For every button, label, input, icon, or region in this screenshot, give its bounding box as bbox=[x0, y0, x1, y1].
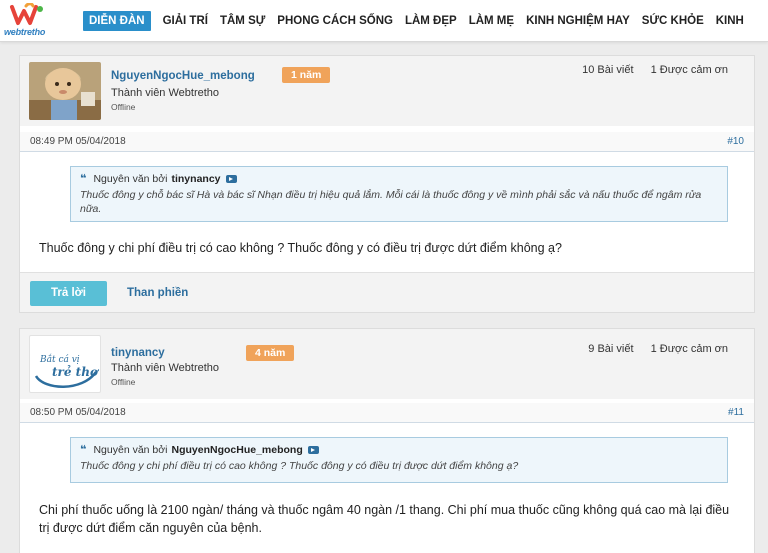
forum-post: Bắt cá vị trẻ thơ tinynancy 4 năm Thành … bbox=[19, 328, 755, 553]
quote-block: ❝ Nguyên văn bởi NguyenNgocHue_mebong Th… bbox=[70, 437, 728, 483]
post-content: Chi phí thuốc uống là 2100 ngàn/ tháng v… bbox=[39, 503, 730, 535]
post-number-link[interactable]: #10 bbox=[727, 136, 744, 147]
post-number-link[interactable]: #11 bbox=[728, 407, 744, 418]
username[interactable]: NguyenNgocHue_mebong bbox=[111, 70, 255, 82]
post-meta: 08:50 PM 05/04/2018 #11 bbox=[20, 403, 754, 423]
view-post-icon[interactable] bbox=[225, 174, 237, 183]
nav-item-tam-su[interactable]: TÂM SỰ bbox=[220, 11, 265, 31]
user-stats: 10 Bài viết 1 Được cảm ơn bbox=[568, 64, 728, 76]
thanks-count: 1 Được cảm ơn bbox=[650, 343, 728, 355]
user-stats: 9 Bài viết 1 Được cảm ơn bbox=[574, 343, 728, 355]
nav-item-suc-khoe[interactable]: SỨC KHỎE bbox=[642, 11, 704, 31]
post-date: 08:50 PM 05/04/2018 bbox=[30, 407, 126, 418]
membership-badge: 4 năm bbox=[246, 345, 295, 361]
quote-icon: ❝ bbox=[80, 173, 87, 185]
quote-text: Thuốc đông y chi phí điều trị có cao khô… bbox=[80, 460, 519, 472]
member-rank: Thành viên Webtretho bbox=[111, 87, 220, 99]
quote-prefix: Nguyên văn bởi bbox=[93, 172, 168, 185]
logo-mark-icon bbox=[10, 2, 43, 25]
top-navigation: webtretho DIỄN ĐÀN GIẢI TRÍ TÂM SỰ PHONG… bbox=[0, 0, 768, 42]
post-count: 10 Bài viết bbox=[582, 64, 634, 76]
post-actions: Trả lời Than phiền bbox=[20, 272, 754, 312]
online-status: Offline bbox=[111, 377, 136, 387]
post-content: Thuốc đông y chi phí điều trị có cao khô… bbox=[39, 241, 562, 255]
nav-item-lam-dep[interactable]: LÀM ĐẸP bbox=[405, 11, 457, 31]
quote-author[interactable]: NguyenNgocHue_mebong bbox=[171, 444, 302, 456]
quote-text: Thuốc đông y chỗ bác sĩ Hà và bác sĩ Nhạ… bbox=[80, 189, 702, 215]
membership-badge: 1 năm bbox=[282, 67, 331, 83]
avatar-text-2: trẻ thơ bbox=[52, 364, 100, 379]
nav-item-kinh-nghiem-hay[interactable]: KINH NGHIỆM HAY bbox=[526, 11, 630, 31]
site-logo[interactable]: webtretho bbox=[4, 2, 62, 39]
post-date: 08:49 PM 05/04/2018 bbox=[30, 136, 126, 147]
nav-item-giai-tri[interactable]: GIẢI TRÍ bbox=[163, 11, 208, 31]
baby-photo-icon bbox=[29, 62, 101, 120]
thanks-count: 1 Được cảm ơn bbox=[650, 64, 728, 76]
logo-text: webtretho bbox=[4, 27, 46, 37]
avatar[interactable] bbox=[29, 62, 101, 120]
post-author-header: Bắt cá vị trẻ thơ tinynancy 4 năm Thành … bbox=[20, 329, 754, 399]
online-status: Offline bbox=[111, 102, 136, 112]
post-author-header: NguyenNgocHue_mebong 1 năm Thành viên We… bbox=[20, 56, 754, 126]
avatar-logo-icon: Bắt cá vị trẻ thơ bbox=[34, 353, 100, 388]
main-nav: DIỄN ĐÀN GIẢI TRÍ TÂM SỰ PHONG CÁCH SỐNG… bbox=[83, 11, 756, 31]
report-button[interactable]: Than phiền bbox=[127, 281, 188, 306]
post-meta: 08:49 PM 05/04/2018 #10 bbox=[20, 132, 754, 152]
avatar[interactable]: Bắt cá vị trẻ thơ bbox=[29, 335, 101, 393]
avatar-text-1: Bắt cá vị bbox=[39, 353, 80, 365]
nav-item-lam-me[interactable]: LÀM MẸ bbox=[469, 11, 514, 31]
username[interactable]: tinynancy bbox=[111, 347, 165, 359]
member-rank: Thành viên Webtretho bbox=[111, 362, 220, 374]
forum-post: NguyenNgocHue_mebong 1 năm Thành viên We… bbox=[19, 55, 755, 313]
quote-block: ❝ Nguyên văn bởi tinynancy Thuốc đông y … bbox=[70, 166, 728, 222]
quote-header: ❝ Nguyên văn bởi tinynancy bbox=[80, 172, 718, 185]
reply-button[interactable]: Trả lời bbox=[30, 281, 107, 306]
quote-header: ❝ Nguyên văn bởi NguyenNgocHue_mebong bbox=[80, 443, 718, 456]
nav-item-dien-dan[interactable]: DIỄN ĐÀN bbox=[83, 11, 151, 31]
quote-prefix: Nguyên văn bởi bbox=[93, 443, 168, 456]
quote-author[interactable]: tinynancy bbox=[171, 173, 220, 185]
nav-item-phong-cach-song[interactable]: PHONG CÁCH SỐNG bbox=[277, 11, 393, 31]
view-post-icon[interactable] bbox=[307, 445, 319, 454]
quote-icon: ❝ bbox=[80, 444, 87, 456]
post-count: 9 Bài viết bbox=[588, 343, 634, 355]
nav-item-kinh[interactable]: KINH bbox=[716, 11, 744, 31]
